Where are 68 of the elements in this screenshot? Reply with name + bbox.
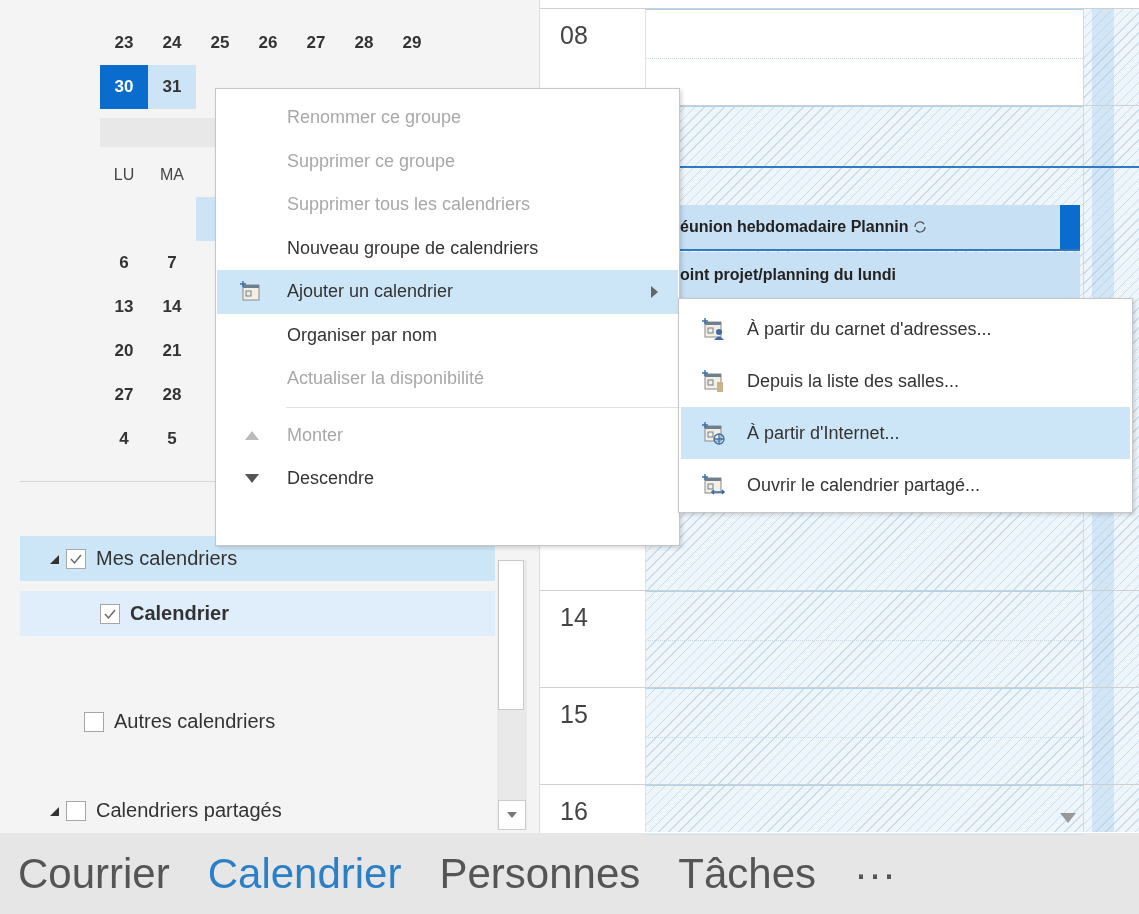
calendar-day[interactable]: 30 bbox=[100, 65, 148, 109]
triangle-up-icon bbox=[245, 430, 259, 440]
folder-label: Calendriers partagés bbox=[96, 799, 282, 822]
time-slot[interactable] bbox=[1083, 591, 1139, 687]
calendar-day[interactable]: 6 bbox=[100, 241, 148, 286]
calendar-day[interactable]: 13 bbox=[100, 285, 148, 330]
scroll-down-button[interactable] bbox=[498, 800, 526, 830]
time-slot[interactable] bbox=[645, 688, 1083, 784]
nav-tab[interactable]: Tâches bbox=[678, 849, 816, 898]
time-slot[interactable] bbox=[645, 591, 1083, 687]
calendar-day[interactable]: 21 bbox=[148, 329, 196, 374]
scrollbar-thumb[interactable] bbox=[498, 560, 524, 710]
calendar-event[interactable]: oint projet/planning du lundi bbox=[680, 252, 1080, 300]
checkbox[interactable] bbox=[100, 603, 120, 624]
weekday-label: LU bbox=[112, 166, 136, 185]
calendar-day[interactable]: 28 bbox=[340, 21, 388, 65]
checkbox[interactable] bbox=[84, 711, 104, 732]
nav-tab[interactable]: Personnes bbox=[439, 849, 641, 898]
weekday-label: MA bbox=[159, 166, 185, 185]
calendar-day[interactable]: 27 bbox=[292, 21, 340, 65]
folder-label: Mes calendriers bbox=[96, 547, 238, 570]
calendar-day[interactable]: 28 bbox=[148, 373, 196, 418]
time-slot[interactable] bbox=[1083, 688, 1139, 784]
calendar-day[interactable]: 23 bbox=[100, 21, 148, 65]
calendar-day[interactable]: 4 bbox=[100, 417, 148, 462]
calendar-day[interactable]: 14 bbox=[148, 285, 196, 330]
menu-item[interactable]: Ouvrir le calendrier partagé... bbox=[681, 459, 1130, 511]
calendar-day[interactable]: 31 bbox=[148, 65, 196, 109]
calendar-day[interactable]: 7 bbox=[148, 241, 196, 286]
event-title: éunion hebdomadaire Plannin bbox=[680, 218, 909, 236]
menu-item[interactable]: Ajouter un calendrier bbox=[217, 270, 678, 314]
time-slot[interactable] bbox=[1083, 785, 1139, 832]
calendar-room-icon bbox=[702, 369, 726, 393]
calendar-day[interactable]: 24 bbox=[148, 21, 196, 65]
nav-tab[interactable]: Courrier bbox=[18, 849, 170, 898]
calendar-event[interactable]: éunion hebdomadaire Plannin bbox=[680, 205, 1080, 251]
calendar-day[interactable]: 29 bbox=[388, 21, 436, 65]
menu-item[interactable]: Nouveau groupe de calendriers bbox=[217, 226, 678, 270]
calendar-day[interactable]: 27 bbox=[100, 373, 148, 418]
busy-status-bar bbox=[1060, 205, 1080, 249]
checkbox[interactable] bbox=[66, 800, 86, 821]
menu-item[interactable]: À partir d'Internet... bbox=[681, 407, 1130, 459]
menu-item[interactable]: Organiser par nom bbox=[217, 313, 678, 357]
time-slot[interactable] bbox=[645, 785, 1083, 832]
triangle-down-icon bbox=[245, 474, 259, 484]
menu-item[interactable]: À partir du carnet d'adresses... bbox=[681, 303, 1130, 355]
calendar-person-icon bbox=[702, 317, 726, 341]
calendar-folder-row[interactable]: Calendriers partagés bbox=[20, 788, 495, 833]
calendar-day[interactable]: 20 bbox=[100, 329, 148, 374]
nav-tab[interactable]: ··· bbox=[854, 849, 896, 898]
calendar-day[interactable]: 5 bbox=[148, 417, 196, 462]
more-below-icon[interactable] bbox=[1060, 813, 1076, 823]
caret-down-icon bbox=[507, 812, 517, 818]
menu-item[interactable]: Descendre bbox=[217, 457, 678, 501]
folder-label: Autres calendriers bbox=[114, 710, 276, 733]
event-title: oint projet/planning du lundi bbox=[680, 266, 896, 284]
checkbox[interactable] bbox=[66, 548, 86, 569]
time-slot[interactable] bbox=[1083, 9, 1139, 105]
calendar-folder-row[interactable]: Calendrier bbox=[20, 591, 495, 636]
folder-label: Calendrier bbox=[130, 602, 229, 625]
calendar-globe-icon bbox=[702, 421, 726, 445]
calendar-arrows-icon bbox=[702, 473, 726, 497]
calendar-day[interactable]: 25 bbox=[196, 21, 244, 65]
submenu-arrow-icon bbox=[651, 285, 658, 298]
menu-item[interactable]: Depuis la liste des salles... bbox=[681, 355, 1130, 407]
calendar-folder-row[interactable]: Autres calendriers bbox=[20, 699, 495, 744]
calendar-day[interactable]: 26 bbox=[244, 21, 292, 65]
scrollbar[interactable] bbox=[497, 560, 527, 830]
